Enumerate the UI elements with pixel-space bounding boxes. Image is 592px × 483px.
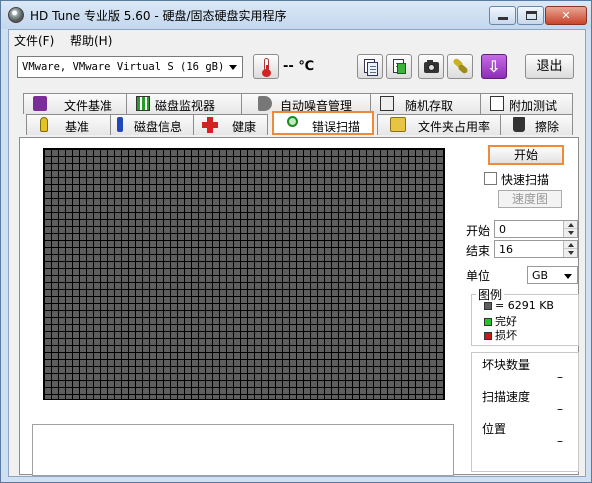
close-button[interactable]: ✕	[545, 6, 587, 25]
bad-blocks-value: –	[557, 370, 563, 384]
tab-extra-tests[interactable]: 附加测试	[480, 93, 573, 114]
unit-select[interactable]: GB	[527, 266, 578, 284]
title-bar[interactable]: HD Tune 专业版 5.60 - 硬盘/固态硬盘实用程序 ✕	[1, 1, 591, 29]
position-value: –	[557, 434, 563, 448]
extra-tests-icon	[490, 96, 504, 111]
drive-select[interactable]: VMware, VMware Virtual S (16 gB)	[17, 56, 243, 78]
minimize-icon	[498, 17, 508, 20]
speed-map-button[interactable]: 速度图	[498, 190, 562, 208]
screenshot-button[interactable]	[418, 54, 444, 79]
file-benchmark-icon	[33, 96, 47, 111]
main-frame: 文件(F) 帮助(H) VMware, VMware Virtual S (16…	[8, 29, 586, 477]
tab-folder-usage[interactable]: 文件夹占用率	[377, 114, 501, 135]
disk-monitor-icon	[136, 96, 150, 111]
unit-label: 单位	[466, 269, 491, 283]
speaker-icon	[258, 96, 272, 111]
bad-blocks-label: 坏块数量	[482, 358, 531, 372]
scan-log[interactable]	[32, 424, 454, 476]
start-position-stepper[interactable]: 0	[494, 220, 578, 238]
tab-error-scan[interactable]: 错误扫描	[272, 111, 374, 135]
close-icon: ✕	[561, 9, 571, 22]
chevron-down-icon	[564, 274, 572, 279]
window-title: HD Tune 专业版 5.60 - 硬盘/固态硬盘实用程序	[30, 9, 287, 23]
drive-select-value: VMware, VMware Virtual S (16 gB)	[22, 61, 225, 73]
tab-file-benchmark[interactable]: 文件基准	[23, 93, 127, 114]
save-download-icon: ⇩	[487, 57, 501, 76]
folder-icon	[390, 117, 406, 132]
health-cross-icon	[202, 117, 218, 133]
options-button[interactable]	[447, 54, 473, 79]
block-map	[43, 148, 445, 400]
red-swatch-icon	[484, 332, 492, 340]
maximize-button[interactable]	[517, 6, 544, 25]
legend-block-size: = 6291 KB	[484, 299, 554, 312]
maximize-icon	[526, 11, 537, 20]
gray-swatch-icon	[484, 302, 492, 310]
tab-erase[interactable]: 擦除	[500, 114, 573, 135]
temperature-button[interactable]	[253, 54, 279, 79]
menu-help[interactable]: 帮助(H)	[70, 32, 112, 49]
trash-icon	[513, 117, 525, 132]
copy-screenshot-button[interactable]	[386, 54, 412, 79]
end-position-stepper[interactable]: 16	[494, 240, 578, 258]
temperature-readout: -- ℃	[283, 59, 315, 74]
position-label: 位置	[482, 422, 507, 436]
start-label: 开始	[466, 224, 491, 238]
tab-disk-info[interactable]: 磁盘信息	[110, 114, 194, 135]
tab-benchmark[interactable]: 基准	[26, 114, 111, 135]
minimize-button[interactable]	[489, 6, 516, 25]
tab-health[interactable]: 健康	[193, 114, 268, 135]
tab-random-access[interactable]: 随机存取	[370, 93, 481, 114]
spin-up-icon[interactable]	[563, 241, 577, 249]
spin-down-icon[interactable]	[563, 249, 577, 257]
random-access-icon	[380, 96, 394, 111]
error-scan-panel: 开始 快速扫描 速度图 开始 0 结束 16 单位 GB 图例 = 6291 K…	[19, 137, 579, 476]
chevron-down-icon	[229, 65, 237, 70]
lightbulb-icon	[40, 117, 48, 132]
menu-bar: 文件(F) 帮助(H)	[9, 30, 585, 50]
quick-scan-label: 快速扫描	[501, 173, 550, 187]
spin-up-icon[interactable]	[563, 221, 577, 229]
spin-down-icon[interactable]	[563, 229, 577, 237]
tab-disk-monitor[interactable]: 磁盘监视器	[126, 93, 242, 114]
info-icon	[117, 117, 123, 132]
app-logo-icon	[8, 7, 24, 23]
exit-button[interactable]: 退出	[525, 54, 574, 79]
save-button[interactable]: ⇩	[481, 54, 507, 79]
quick-scan-checkbox[interactable]	[484, 172, 497, 185]
menu-file[interactable]: 文件(F)	[14, 32, 54, 49]
legend-bad: 损坏	[484, 327, 517, 343]
magnifier-icon	[287, 116, 298, 127]
green-swatch-icon	[484, 318, 492, 326]
scan-speed-label: 扫描速度	[482, 390, 531, 404]
end-label: 结束	[466, 244, 491, 258]
scan-speed-value: –	[557, 402, 563, 416]
hdtune-window: HD Tune 专业版 5.60 - 硬盘/固态硬盘实用程序 ✕ 文件(F) 帮…	[0, 0, 592, 483]
copy-text-button[interactable]	[357, 54, 383, 79]
start-button[interactable]: 开始	[488, 145, 564, 165]
